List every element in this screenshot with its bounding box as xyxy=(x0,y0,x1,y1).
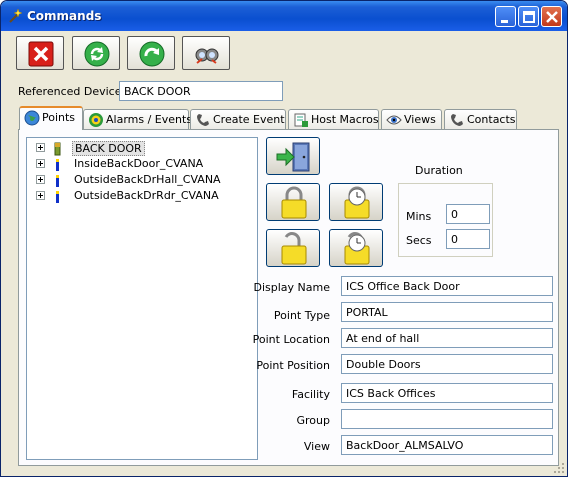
reader-icon xyxy=(56,191,59,203)
tab-views[interactable]: Views xyxy=(381,109,442,129)
tree-node-label: InsideBackDoor_CVANA xyxy=(74,157,204,170)
tab-contacts[interactable]: Contacts xyxy=(444,109,517,129)
apply-button[interactable] xyxy=(127,36,175,70)
mins-field[interactable]: 0 xyxy=(446,204,490,224)
points-tree[interactable]: BACK DOOR InsideBackDoor_CVANA OutsideBa… xyxy=(26,137,258,460)
referenced-device-field[interactable]: BACK DOOR xyxy=(119,81,283,101)
timed-lock-button[interactable] xyxy=(329,183,383,221)
target-icon xyxy=(89,113,103,127)
close-button[interactable] xyxy=(541,6,562,27)
timed-unlock-icon xyxy=(344,232,370,265)
tab-create-event-label: Create Event xyxy=(213,113,285,126)
window-title: Commands xyxy=(27,9,102,23)
group-label: Group xyxy=(296,414,331,427)
point-type-field[interactable]: PORTAL xyxy=(341,302,553,322)
wand-icon xyxy=(9,8,23,23)
unlock-icon xyxy=(281,232,307,265)
title-bar[interactable]: Commands xyxy=(1,1,567,31)
display-name-label: Display Name xyxy=(253,281,331,294)
secs-label: Secs xyxy=(406,234,432,247)
point-location-field[interactable]: At end of hall xyxy=(341,328,553,348)
apply-arrow-icon xyxy=(139,41,165,67)
point-position-field[interactable]: Double Doors xyxy=(341,354,553,374)
view-field[interactable]: BackDoor_ALMSALVO xyxy=(341,435,553,455)
resize-grip-icon[interactable] xyxy=(553,462,565,474)
tab-alarms-events-label: Alarms / Events xyxy=(106,113,193,126)
minimize-button[interactable] xyxy=(495,6,516,27)
tab-points[interactable]: Points xyxy=(19,106,83,130)
maximize-button[interactable] xyxy=(518,6,539,27)
door-icon xyxy=(54,142,61,156)
tab-points-label: Points xyxy=(42,111,76,124)
point-type-label: Point Type xyxy=(273,309,330,322)
expand-icon[interactable] xyxy=(36,175,45,184)
lock-button[interactable] xyxy=(266,183,320,221)
tab-create-event[interactable]: Create Event xyxy=(190,109,286,129)
find-button[interactable] xyxy=(182,36,230,70)
tab-views-label: Views xyxy=(404,113,436,126)
eye-icon xyxy=(386,115,402,125)
tab-host-macros-label: Host Macros xyxy=(311,113,379,126)
phone-icon xyxy=(197,114,209,126)
tree-node-label: BACK DOOR xyxy=(72,141,145,156)
referenced-device-label: Referenced Device xyxy=(18,85,122,98)
expand-icon[interactable] xyxy=(36,191,45,200)
display-name-field[interactable]: ICS Office Back Door xyxy=(341,276,553,296)
tree-node-label: OutsideBackDrRdr_CVANA xyxy=(74,189,219,202)
mins-label: Mins xyxy=(406,210,432,223)
duration-title: Duration xyxy=(415,164,463,177)
unlock-button[interactable] xyxy=(266,229,320,267)
globe-icon xyxy=(24,110,40,126)
facility-label: Facility xyxy=(291,388,330,401)
refresh-icon xyxy=(84,41,110,67)
door-exit-icon xyxy=(276,142,310,172)
minimize-icon xyxy=(501,20,508,23)
commands-window: Commands Referenced Device BACK DOOR Poi… xyxy=(0,0,568,477)
door-exit-button[interactable] xyxy=(266,137,320,175)
cancel-button[interactable] xyxy=(16,36,64,70)
facility-field[interactable]: ICS Back Offices xyxy=(341,383,553,403)
tree-node-label: OutsideBackDrHall_CVANA xyxy=(74,173,221,186)
close-icon xyxy=(546,11,558,23)
macro-icon xyxy=(294,113,308,127)
secs-field[interactable]: 0 xyxy=(446,229,490,249)
expand-icon[interactable] xyxy=(36,143,45,152)
cancel-x-icon xyxy=(28,41,54,67)
lock-icon xyxy=(281,186,307,219)
phone-icon xyxy=(451,114,463,126)
tab-alarms-events[interactable]: Alarms / Events xyxy=(83,109,193,129)
tab-host-macros[interactable]: Host Macros xyxy=(288,109,379,129)
tab-contacts-label: Contacts xyxy=(467,113,516,126)
refresh-button[interactable] xyxy=(72,36,120,70)
maximize-icon xyxy=(523,11,535,23)
reader-icon xyxy=(56,175,59,187)
expand-icon[interactable] xyxy=(36,159,45,168)
reader-icon xyxy=(56,159,59,171)
point-position-label: Point Position xyxy=(256,359,330,372)
group-field[interactable] xyxy=(341,409,553,429)
point-location-label: Point Location xyxy=(252,333,330,346)
timed-unlock-button[interactable] xyxy=(329,229,383,267)
view-label: View xyxy=(303,440,330,453)
timed-lock-icon xyxy=(344,186,370,219)
binoculars-icon xyxy=(195,48,219,64)
